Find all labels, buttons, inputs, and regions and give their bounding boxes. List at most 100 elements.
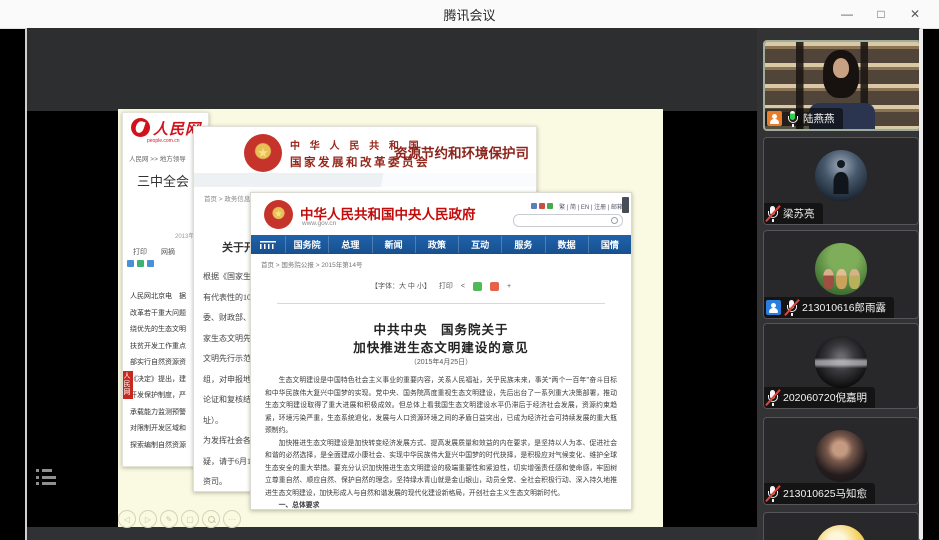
avatar [815,336,867,388]
national-emblem-icon: ★ [264,200,293,229]
document-title-line1: 中共中央 国务院关于 [251,319,631,338]
share-icon[interactable] [127,260,134,267]
gov-home-icon[interactable] [251,239,285,251]
nav-item[interactable]: 新闻 [372,236,415,253]
people-share-icons [127,260,154,267]
meeting-window: 腾讯会议 — □ ✕ 人民网 people.com.cn 人民网 >> 地方领导… [0,0,939,540]
member-badge-icon [767,111,782,126]
list-icon[interactable] [36,469,58,489]
people-article-title: 三中全会 [137,171,189,190]
avatar [815,430,867,482]
participant-tile[interactable]: 213010616郎雨露 [763,230,919,319]
gov-page-scrollbar[interactable] [622,197,629,213]
participant-name-bar: 202060720倪嘉明 [764,387,875,408]
people-article-tools: 打印 网摘 [133,247,175,257]
shared-desktop-top-band [27,28,757,111]
mic-muted-icon [766,485,779,502]
share-arrow[interactable]: < [461,283,465,290]
participant-name-bar: 陆燕燕 [765,108,843,129]
people-logo-subtext: people.com.cn [147,138,180,144]
nav-item[interactable]: 政策 [415,236,458,253]
more-share[interactable]: + [507,283,511,290]
ndrc-department-name: 资源节约和环境保护司 [394,142,529,162]
participant-tile[interactable]: 213010625马知愈 [763,417,919,505]
zoom-button[interactable] [202,510,220,528]
participant-name-bar: 梁苏亮 [764,203,823,224]
nav-item[interactable]: 总理 [328,236,371,253]
national-emblem-icon: ★ [244,134,282,172]
pen-tool-button[interactable]: ✎ [160,510,178,528]
paragraph: 加快推进生态文明建设是加快转变经济发展方式、提高发展质量和效益的内在要求，是坚持… [265,438,617,501]
participant-name: 梁苏亮 [783,206,815,221]
gov-article-tools: 【字体：大 中 小】 打印 < + [251,281,631,291]
save-button[interactable]: ▢ [181,510,199,528]
member-badge-icon [766,300,781,315]
gov-top-links: 繁 | 简 | EN | 注册 | 邮箱 [531,202,623,211]
ndrc-breadcrumb[interactable]: 首页 > 政务信息 [204,193,250,203]
panel-scrollbar[interactable] [919,28,923,540]
window-controls: — □ ✕ [837,0,925,28]
title-bar: 腾讯会议 — □ ✕ [0,0,939,29]
close-button[interactable]: ✕ [905,4,925,24]
share-icon[interactable] [147,260,154,267]
search-icon [611,217,618,224]
gov-cn-page: ★ 中华人民共和国中央人民政府 www.gov.cn 繁 | 简 | EN | … [250,192,632,510]
people-flame-icon [131,118,150,137]
participant-name: 202060720倪嘉明 [783,390,867,405]
gov-breadcrumb[interactable]: 首页 > 国务院公报 > 2015年第14号 [261,259,363,269]
shared-desktop-bottom-strip [27,527,757,540]
mobile-icon[interactable] [539,203,545,209]
nav-item[interactable]: 国情 [588,236,631,253]
participant-tile[interactable]: 202060720倪嘉明 [763,323,919,409]
people-side-badge: 人民网 [122,371,133,399]
nav-item[interactable]: 服务 [501,236,544,253]
participant-tile[interactable]: 陆燕燕 [763,40,921,131]
paragraph: 生态文明建设是中国特色社会主义事业的重要内容，关系人民福祉，关乎民族未来，事关“… [265,375,617,438]
prev-slide-button[interactable]: ◁ [118,510,136,528]
nav-item[interactable]: 国务院 [285,236,328,253]
document-date: （2015年4月25日） [251,357,631,367]
mic-muted-icon [785,299,798,316]
nav-item[interactable]: 互动 [458,236,501,253]
window-title: 腾讯会议 [443,5,495,24]
gov-search-input[interactable] [513,214,623,227]
magnifier-icon [208,516,215,523]
maximize-button[interactable]: □ [871,4,891,24]
wechat-share-icon[interactable] [473,282,482,291]
print-link[interactable]: 打印 [133,247,147,257]
participants-panel: 陆燕燕 梁苏亮 213010616郎雨露 2020607 [757,28,921,540]
participant-name: 213010625马知愈 [783,486,867,501]
gov-top-mini-icons [531,203,555,211]
avatar [815,525,867,540]
mail-icon[interactable] [531,203,537,209]
divider [277,303,605,304]
participant-tile[interactable] [763,512,919,540]
ndrc-header-band [194,173,536,187]
participant-name: 213010616郎雨露 [802,300,886,315]
print-link[interactable]: 打印 [439,281,453,291]
weibo-share-icon[interactable] [490,282,499,291]
gov-site-url: www.gov.cn [302,220,336,227]
minimize-button[interactable]: — [837,4,857,24]
bookmark-link[interactable]: 网摘 [161,247,175,257]
wechat-icon[interactable] [547,203,553,209]
participant-name-bar: 213010616郎雨露 [764,297,894,318]
mic-muted-icon [766,389,779,406]
share-icon[interactable] [137,260,144,267]
gov-nav-bar: 国务院 总理 新闻 政策 互动 服务 数据 国情 [251,235,631,254]
document-title-line2: 加快推进生态文明建设的意见 [251,337,631,356]
slideshow-controls: ◁ ▷ ✎ ▢ ··· [118,510,241,528]
more-options-button[interactable]: ··· [223,510,241,528]
shared-slide: 人民网 people.com.cn 人民网 >> 地方领导 三中全会 2013年… [118,109,663,527]
participant-name: 陆燕燕 [803,111,835,126]
participant-tile[interactable]: 梁苏亮 [763,137,919,225]
next-slide-button[interactable]: ▷ [139,510,157,528]
nav-item[interactable]: 数据 [545,236,588,253]
people-daily-logo: 人民网 [131,118,201,139]
participant-name-bar: 213010625马知愈 [764,483,875,504]
font-size-controls[interactable]: 【字体：大 中 小】 [371,281,431,291]
section-heading: 一、总体要求 [265,500,617,510]
avatar [815,150,867,202]
mic-on-icon [786,110,799,127]
avatar [815,243,867,295]
